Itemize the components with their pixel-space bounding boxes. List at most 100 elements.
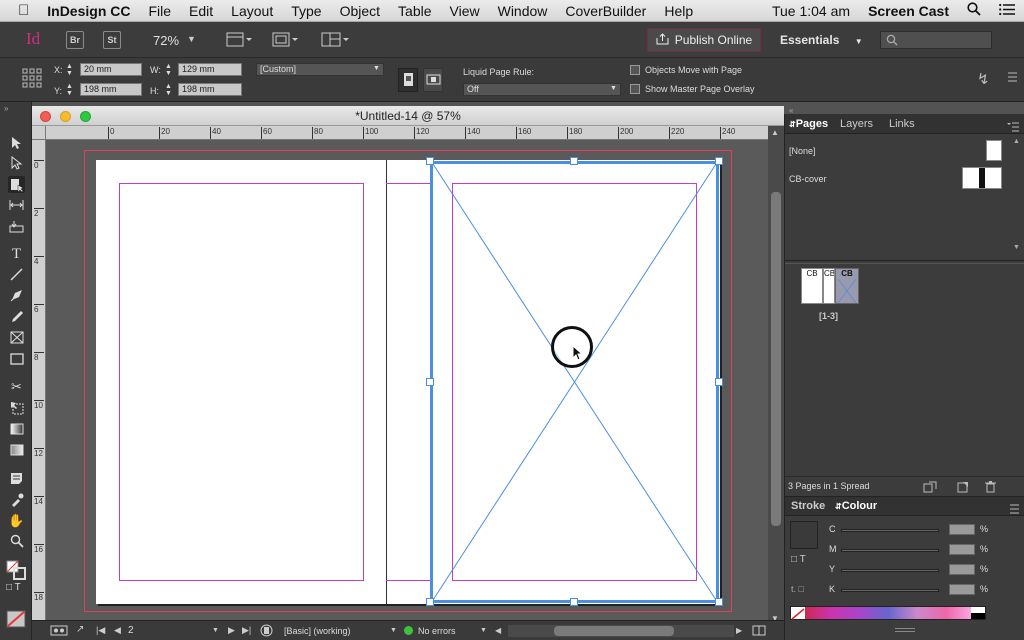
- menu-view[interactable]: View: [441, 3, 489, 19]
- m-slider-track[interactable]: [841, 549, 939, 552]
- scrollbar-thumb[interactable]: [771, 192, 781, 526]
- c-value-field[interactable]: [949, 524, 975, 535]
- previous-page-icon[interactable]: ◀: [114, 625, 121, 636]
- scroll-up-icon[interactable]: ▲: [1013, 138, 1020, 145]
- master-none[interactable]: [None]: [785, 138, 1009, 164]
- menu-coverbuilder[interactable]: CoverBuilder: [556, 3, 655, 19]
- resize-handle[interactable]: [426, 157, 434, 165]
- resize-handle[interactable]: [426, 378, 434, 386]
- menubar-clock[interactable]: Tue 1:04 am: [763, 3, 859, 19]
- minimize-window-button[interactable]: [60, 111, 71, 122]
- panel-menu-icon[interactable]: [1007, 119, 1019, 137]
- resize-handle[interactable]: [715, 157, 723, 165]
- publish-online-button[interactable]: Publish Online: [647, 28, 761, 52]
- gradient-swatch-tool-icon[interactable]: [8, 420, 25, 437]
- page-thumbnail[interactable]: CB: [823, 268, 835, 304]
- next-page-icon[interactable]: ▶: [228, 625, 235, 636]
- formatting-affects-container-icon[interactable]: □ T: [6, 582, 21, 593]
- view-mode-icon[interactable]: [50, 625, 68, 638]
- resize-handle[interactable]: [715, 598, 723, 606]
- help-search-input[interactable]: [880, 31, 992, 49]
- stock-button[interactable]: St: [103, 31, 121, 49]
- panel-menu-icon[interactable]: [1007, 501, 1019, 519]
- pages-divider[interactable]: [785, 260, 1024, 264]
- tab-colour[interactable]: ⇵Colour: [835, 496, 877, 516]
- split-window-icon[interactable]: [752, 625, 766, 638]
- y-field[interactable]: 198 mm: [80, 83, 142, 96]
- master-cb-cover[interactable]: CB-cover: [785, 166, 1009, 192]
- scroll-down-icon[interactable]: ▼: [1013, 244, 1020, 251]
- menubar-user[interactable]: Screen Cast: [859, 3, 958, 19]
- free-transform-tool-icon[interactable]: [8, 399, 25, 416]
- horizontal-scrollbar-thumb[interactable]: [554, 626, 674, 636]
- gradient-feather-tool-icon[interactable]: [8, 441, 25, 458]
- y-value-field[interactable]: [949, 564, 975, 575]
- view-options-icon[interactable]: [226, 32, 252, 53]
- document-icon[interactable]: [260, 624, 274, 639]
- menu-table[interactable]: Table: [389, 3, 440, 19]
- scroll-left-icon[interactable]: ◀: [495, 626, 501, 635]
- none-swatch-icon[interactable]: t. □: [791, 584, 804, 594]
- arrange-documents-icon[interactable]: [321, 32, 351, 53]
- w-stepper-icon[interactable]: ▲ ▼: [165, 63, 172, 77]
- colour-slider-m[interactable]: M %: [825, 544, 1015, 558]
- page-thumbnail[interactable]: CB: [801, 268, 823, 304]
- show-master-checkbox[interactable]: [630, 84, 640, 94]
- rectangle-frame-tool-icon[interactable]: [8, 329, 25, 346]
- horizontal-scrollbar[interactable]: [508, 625, 734, 637]
- reference-point-icon[interactable]: [22, 68, 42, 93]
- resize-handle[interactable]: [426, 598, 434, 606]
- scissors-tool-icon[interactable]: ✂: [8, 378, 25, 395]
- line-tool-icon[interactable]: [8, 266, 25, 283]
- panel-resize-grip[interactable]: [895, 628, 915, 632]
- content-collector-icon[interactable]: [8, 218, 25, 235]
- type-tool-icon[interactable]: T: [8, 246, 25, 263]
- x-field[interactable]: 20 mm: [80, 63, 142, 76]
- resize-handle[interactable]: [570, 157, 578, 165]
- scroll-up-icon[interactable]: ▲: [771, 128, 779, 137]
- vertical-scrollbar[interactable]: ▲ ▼: [768, 126, 784, 626]
- colour-slider-y[interactable]: Y %: [825, 564, 1015, 578]
- tab-stroke[interactable]: Stroke: [791, 496, 825, 516]
- spread-thumbnail[interactable]: CB CB CB: [801, 268, 859, 304]
- liquid-page-rule-select[interactable]: Off: [463, 83, 621, 96]
- zoom-window-button[interactable]: [80, 111, 91, 122]
- y-stepper-icon[interactable]: ▲ ▼: [66, 83, 73, 97]
- menu-type[interactable]: Type: [282, 3, 330, 19]
- menu-file[interactable]: File: [139, 3, 180, 19]
- gap-tool-icon[interactable]: [8, 196, 25, 213]
- collapse-panel-icon[interactable]: »: [4, 104, 8, 113]
- y-slider-track[interactable]: [841, 569, 939, 572]
- workspace-switcher[interactable]: Essentials ▼: [780, 33, 863, 47]
- apply-none-icon[interactable]: [6, 610, 26, 628]
- apple-menu-icon[interactable]: : [0, 2, 38, 19]
- k-slider-track[interactable]: [841, 589, 939, 592]
- notification-list-icon[interactable]: [990, 3, 1024, 19]
- w-field[interactable]: 129 mm: [178, 63, 242, 76]
- menu-layout[interactable]: Layout: [222, 3, 282, 19]
- pencil-tool-icon[interactable]: [8, 308, 25, 325]
- open-in-new-icon[interactable]: ↗: [76, 624, 84, 635]
- screen-mode-icon[interactable]: [272, 32, 298, 53]
- zoom-level[interactable]: 72%: [153, 33, 179, 48]
- menu-object[interactable]: Object: [331, 3, 389, 19]
- page-thumbnail-selected[interactable]: CB: [835, 268, 859, 304]
- hand-tool-icon[interactable]: ✋: [8, 512, 25, 529]
- menu-help[interactable]: Help: [655, 3, 702, 19]
- rectangle-tool-icon[interactable]: [8, 350, 25, 367]
- panel-menu-icon[interactable]: [1004, 70, 1018, 84]
- objects-move-checkbox[interactable]: [630, 65, 640, 75]
- c-slider-track[interactable]: [841, 529, 939, 532]
- h-field[interactable]: 198 mm: [178, 83, 242, 96]
- preflight-errors[interactable]: No errors: [418, 626, 456, 636]
- selected-image-frame[interactable]: [430, 161, 719, 603]
- tab-links[interactable]: Links: [889, 114, 915, 134]
- x-stepper-icon[interactable]: ▲ ▼: [66, 63, 73, 77]
- k-value-field[interactable]: [949, 584, 975, 595]
- tab-pages[interactable]: ⇵Pages: [789, 114, 828, 134]
- none-colour-swatch[interactable]: [791, 607, 805, 620]
- eyedropper-tool-icon[interactable]: [8, 491, 25, 508]
- fill-stroke-swatch-icon[interactable]: [6, 560, 28, 580]
- page-number-field[interactable]: 2: [128, 625, 218, 638]
- zoom-tool-icon[interactable]: [8, 532, 25, 549]
